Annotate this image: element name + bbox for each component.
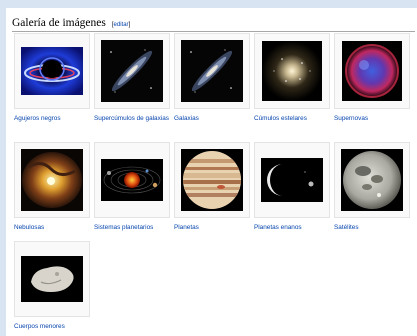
caption-link[interactable]: Supernovas	[334, 114, 410, 124]
content-page: Galería de imágenes [editar] Agujeros ne…	[6, 8, 417, 336]
caption-link[interactable]: Cuerpos menores	[14, 322, 90, 332]
gallery-item-cumulos-estelares: Cúmulos estelares	[254, 33, 330, 124]
edit-bracket-close: ]	[128, 22, 131, 28]
thumbnail-frame[interactable]	[254, 33, 330, 109]
asteroid-image[interactable]	[21, 256, 83, 302]
star-cluster-image[interactable]	[262, 41, 322, 101]
thumbnail-frame[interactable]	[94, 142, 170, 218]
jupiter-image[interactable]	[181, 149, 243, 211]
caption-link[interactable]: Planetas enanos	[254, 223, 330, 233]
section-title: Galería de imágenes	[12, 17, 106, 29]
gallery-item-sistemas-planetarios: Sistemas planetarios	[94, 142, 170, 233]
caption-link[interactable]: Galaxias	[174, 114, 250, 124]
caption-link[interactable]: Nebulosas	[14, 223, 90, 233]
caption-link[interactable]: Sistemas planetarios	[94, 223, 170, 233]
thumbnail-frame[interactable]	[334, 33, 410, 109]
gallery-item-agujeros-negros: Agujeros negros	[14, 33, 90, 124]
edit-link[interactable]: editar	[114, 22, 129, 28]
dwarf-planet-image[interactable]	[261, 158, 323, 202]
thumbnail-frame[interactable]	[14, 33, 90, 109]
gallery-item-cuerpos-menores: Cuerpos menores	[14, 241, 90, 332]
supernova-image[interactable]	[342, 41, 402, 101]
gallery-item-satelites: Satélites	[334, 142, 410, 233]
thumbnail-frame[interactable]	[14, 241, 90, 317]
thumbnail-frame[interactable]	[94, 33, 170, 109]
thumbnail-frame[interactable]	[334, 142, 410, 218]
gallery-item-galaxias: Galaxias	[174, 33, 250, 124]
caption-link[interactable]: Planetas	[174, 223, 250, 233]
galaxy-supercluster-image[interactable]	[101, 40, 163, 102]
caption-link[interactable]: Supercúmulos de galaxias	[94, 114, 170, 124]
black-hole-image[interactable]	[21, 47, 83, 95]
planetary-system-image[interactable]	[101, 159, 163, 201]
thumbnail-frame[interactable]	[254, 142, 330, 218]
gallery-item-planetas-enanos: Planetas enanos	[254, 142, 330, 233]
gallery-item-planetas: Planetas	[174, 142, 250, 233]
galaxy-image[interactable]	[181, 40, 243, 102]
moon-image[interactable]	[341, 149, 403, 211]
nebula-image[interactable]	[21, 149, 83, 211]
gallery-item-supernovas: Supernovas	[334, 33, 410, 124]
thumbnail-frame[interactable]	[14, 142, 90, 218]
section-heading: Galería de imágenes [editar]	[12, 13, 415, 32]
caption-link[interactable]: Agujeros negros	[14, 114, 90, 124]
thumbnail-frame[interactable]	[174, 33, 250, 109]
caption-link[interactable]: Cúmulos estelares	[254, 114, 330, 124]
edit-section: [editar]	[112, 22, 130, 28]
thumbnail-frame[interactable]	[174, 142, 250, 218]
gallery-item-nebulosas: Nebulosas	[14, 142, 90, 233]
gallery-item-supercumulos: Supercúmulos de galaxias	[94, 33, 170, 124]
caption-link[interactable]: Satélites	[334, 223, 410, 233]
